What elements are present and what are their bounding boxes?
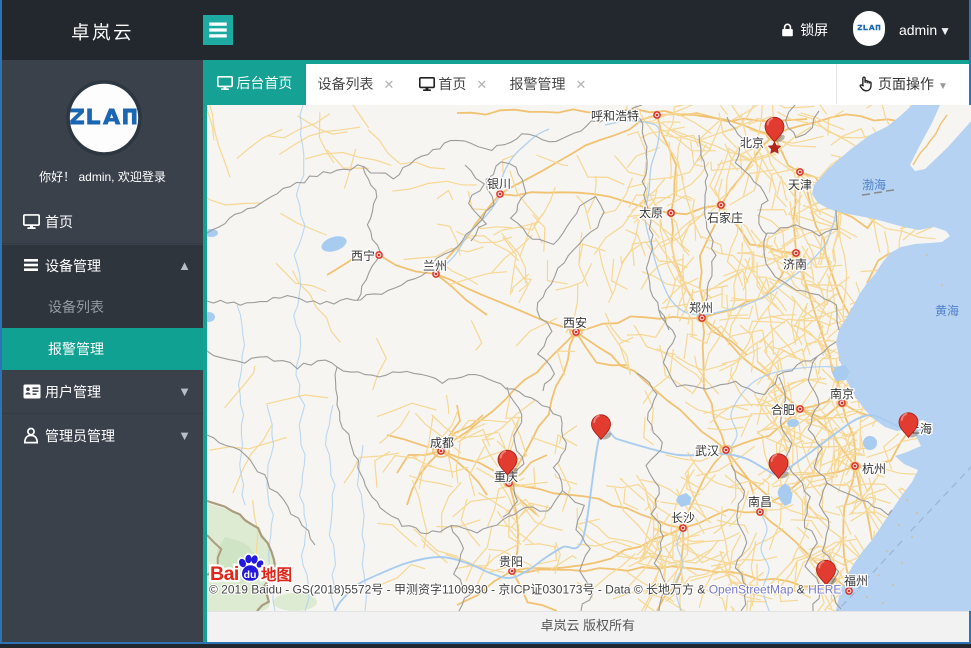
svg-text:武汉: 武汉 <box>694 444 718 458</box>
svg-text:呼和浩特: 呼和浩特 <box>590 108 638 123</box>
svg-text:黄海: 黄海 <box>934 303 958 318</box>
svg-text:银川: 银川 <box>486 177 510 191</box>
svg-text:福州: 福州 <box>843 573 867 588</box>
svg-text:长沙: 长沙 <box>670 511 694 525</box>
svg-text:du: du <box>243 569 256 581</box>
svg-text:贵阳: 贵阳 <box>498 555 522 569</box>
svg-text:成都: 成都 <box>429 436 453 450</box>
svg-text:郑州: 郑州 <box>688 300 712 315</box>
svg-text:地图: 地图 <box>261 565 292 584</box>
svg-text:石家庄: 石家庄 <box>706 210 742 225</box>
svg-text:杭州: 杭州 <box>861 461 885 476</box>
svg-text:天津: 天津 <box>787 178 811 192</box>
svg-text:西宁: 西宁 <box>350 248 374 263</box>
svg-text:北京: 北京 <box>739 136 763 150</box>
svg-text:南昌: 南昌 <box>747 494 771 509</box>
svg-text:西安: 西安 <box>562 315 586 330</box>
svg-text:兰州: 兰州 <box>422 259 446 273</box>
svg-text:太原: 太原 <box>638 205 662 220</box>
svg-text:© 2019 Baidu - GS(2018)5572号 -: © 2019 Baidu - GS(2018)5572号 - 甲测资字11009… <box>209 581 841 596</box>
svg-text:渤海: 渤海 <box>861 177 885 192</box>
svg-text:合肥: 合肥 <box>770 402 794 417</box>
svg-text:济南: 济南 <box>782 256 806 271</box>
svg-text:南京: 南京 <box>829 386 853 401</box>
